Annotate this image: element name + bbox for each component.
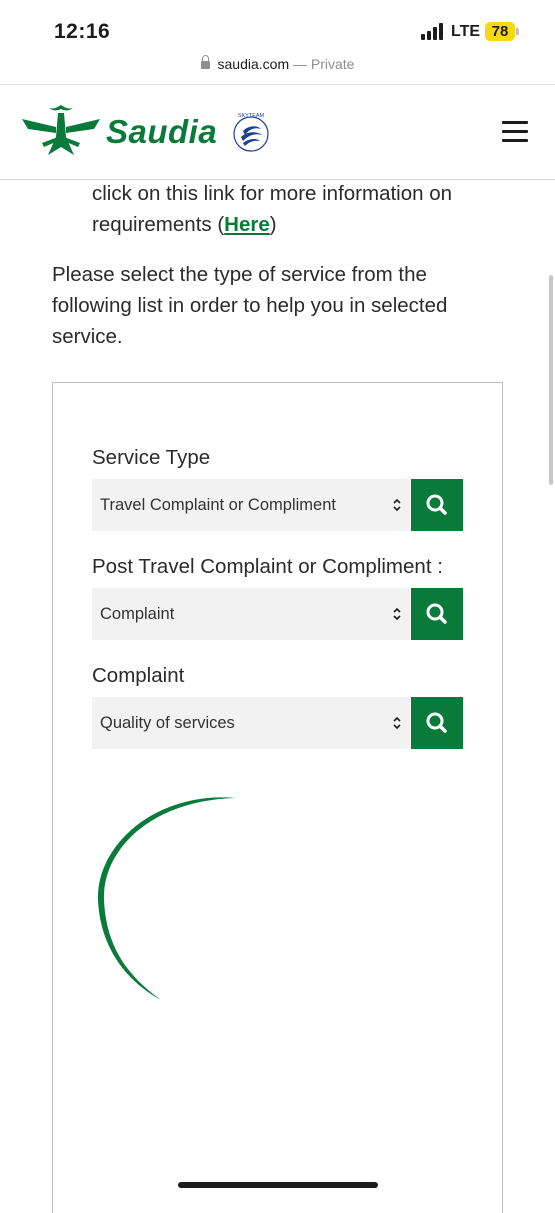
complaint-label: Complaint	[92, 664, 185, 687]
intro-text: Please select the type of service from t…	[52, 263, 448, 348]
lock-icon	[200, 55, 210, 69]
search-icon	[426, 494, 447, 515]
cellular-signal-icon	[421, 22, 445, 40]
battery-icon: 78	[485, 22, 515, 41]
post-travel-value: Complaint	[100, 605, 175, 623]
saudia-emblem-icon[interactable]	[22, 103, 100, 159]
select-chevron-icon	[393, 607, 401, 621]
post-travel-label: Post Travel Complaint or Compliment :	[92, 555, 443, 578]
address-bar[interactable]: saudia.com — Private	[0, 52, 555, 84]
loading-spinner-icon	[97, 797, 236, 1000]
here-link[interactable]: Here	[224, 213, 270, 236]
select-chevron-icon	[393, 498, 401, 512]
post-travel-search-button[interactable]	[411, 588, 463, 640]
post-travel-select[interactable]: Complaint	[92, 588, 410, 640]
status-bar: 12:16 LTE 78	[0, 0, 555, 52]
private-label: Private	[310, 56, 355, 72]
scrollbar[interactable]	[549, 275, 553, 485]
home-indicator[interactable]	[178, 1182, 378, 1188]
service-type-value: Travel Complaint or Compliment	[100, 496, 336, 514]
battery-tip	[516, 28, 519, 35]
site-header: Saudia SKYTEAM	[0, 84, 555, 180]
service-type-search-button[interactable]	[411, 479, 463, 531]
url-separator: —	[289, 56, 311, 72]
url-domain: saudia.com	[217, 56, 290, 72]
skyteam-wordmark: SKYTEAM	[238, 113, 265, 119]
complaint-select[interactable]: Quality of services	[92, 697, 410, 749]
requirements-note: click on this link for more information …	[92, 182, 453, 236]
complaint-search-button[interactable]	[411, 697, 463, 749]
select-chevron-icon	[393, 716, 401, 730]
service-type-label: Service Type	[92, 446, 211, 469]
hamburger-menu-icon[interactable]	[502, 121, 528, 143]
status-time: 12:16	[54, 20, 111, 43]
network-type: LTE	[451, 23, 481, 40]
search-icon	[426, 603, 447, 624]
service-type-select[interactable]: Travel Complaint or Compliment	[92, 479, 410, 531]
complaint-value: Quality of services	[100, 714, 235, 732]
brand-name[interactable]: Saudia	[106, 113, 217, 151]
search-icon	[426, 712, 447, 733]
skyteam-logo-icon: SKYTEAM	[233, 113, 269, 152]
